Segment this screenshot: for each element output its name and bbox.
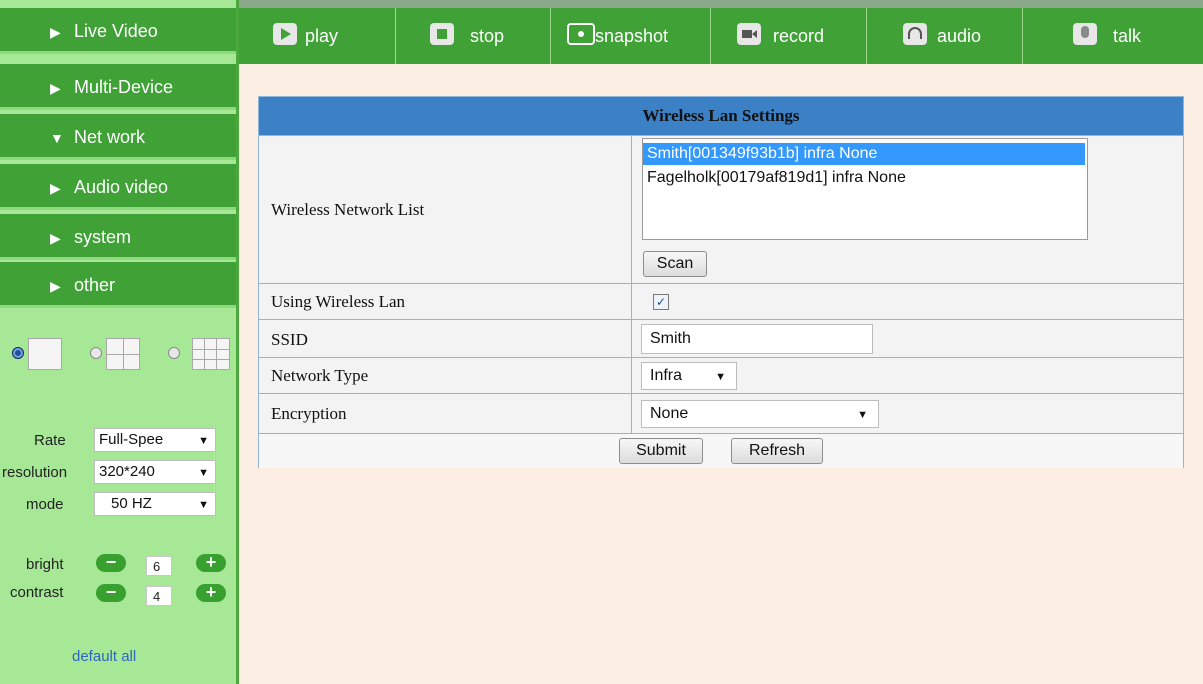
ssid-row: SSID Smith [259,319,1183,358]
sidebar-item-label: other [74,275,116,295]
sidebar-item-network[interactable]: ▼ Net work [0,114,236,160]
chevron-down-icon: ▼ [198,435,209,447]
sidebar: ▶ Live Video ▶ Multi-Device ▼ Net work ▶ Aud… [0,0,239,684]
network-list[interactable]: Smith[001349f93b1b] infra None Fagelholk… [642,138,1088,240]
view-layout-selector [8,338,236,372]
record-button[interactable]: record [711,8,867,64]
layout-1-radio[interactable] [12,347,24,359]
ssid-label: SSID [271,330,308,349]
scan-button[interactable]: Scan [643,251,707,277]
using-wireless-checkbox[interactable]: ✓ [653,294,669,310]
quad-view-icon [106,338,140,370]
chevron-down-icon: ▼ [198,499,209,511]
rate-value: Full-Spee [99,431,164,448]
stop-button[interactable]: stop [396,8,551,64]
contrast-plus-button[interactable]: + [196,583,226,602]
contrast-label: contrast [10,584,64,601]
sidebar-item-label: Multi-Device [74,77,174,97]
arrow-right-icon: ▶ [50,180,61,196]
snapshot-button[interactable]: snapshot [551,8,711,64]
wireless-settings-panel: Wireless Lan Settings Wireless Network L… [258,96,1184,468]
snapshot-label: snapshot [595,26,669,46]
bright-label: bright [26,556,64,573]
bright-minus-button[interactable]: − [96,553,126,572]
resolution-select[interactable]: 320*240 ▼ [94,460,216,484]
chevron-down-icon: ▼ [715,371,726,383]
bright-value[interactable]: 6 [146,556,172,576]
contrast-minus-button[interactable]: − [96,583,126,602]
sidebar-item-label: Live Video [74,21,158,41]
toolbar: play stop snapshot record audio talk [239,8,1203,64]
mode-value: 50 HZ [111,495,152,512]
microphone-icon [1073,23,1097,45]
list-item[interactable]: Smith[001349f93b1b] infra None [643,143,1085,165]
encryption-value: None [650,405,689,422]
network-list-row: Wireless Network List Smith[001349f93b1b… [259,135,1183,284]
arrow-down-icon: ▼ [50,130,64,146]
talk-label: talk [1113,26,1142,46]
sidebar-item-label: Audio video [74,177,169,197]
sidebar-item-audio-video[interactable]: ▶ Audio video [0,164,236,210]
encryption-row: Encryption None ▼ [259,393,1183,434]
using-wireless-row: Using Wireless Lan ✓ [259,283,1183,320]
arrow-right-icon: ▶ [50,80,61,96]
submit-button[interactable]: Submit [619,438,703,464]
record-label: record [773,26,825,46]
network-list-label: Wireless Network List [271,200,425,219]
encryption-label: Encryption [271,404,347,423]
network-type-select[interactable]: Infra ▼ [641,362,737,390]
network-type-label: Network Type [271,366,369,385]
resolution-value: 320*240 [99,463,155,480]
column-divider [631,284,632,320]
default-all-link[interactable]: default all [72,648,136,665]
stop-icon [430,23,454,45]
audio-label: audio [937,26,982,46]
play-label: play [305,26,339,46]
nine-view-icon [192,338,230,370]
chevron-down-icon: ▼ [857,409,868,421]
panel-title: Wireless Lan Settings [259,97,1183,135]
ssid-input[interactable]: Smith [641,324,873,354]
rate-label: Rate [34,432,66,449]
play-button[interactable]: play [239,8,396,64]
layout-4-radio[interactable] [90,347,102,359]
sidebar-item-label: system [74,227,132,247]
column-divider [631,136,632,284]
list-item[interactable]: Fagelholk[00179af819d1] infra None [643,167,1085,189]
column-divider [631,358,632,394]
column-divider [631,320,632,358]
sidebar-item-label: Net work [74,127,146,147]
rate-select[interactable]: Full-Spee ▼ [94,428,216,452]
chevron-down-icon: ▼ [198,467,209,479]
mode-select[interactable]: 50 HZ ▼ [94,492,216,516]
sidebar-item-other[interactable]: ▶ other [0,262,236,308]
mode-label: mode [26,496,64,513]
camera-icon [567,23,595,45]
audio-button[interactable]: audio [867,8,1023,64]
video-camera-icon [737,23,761,45]
refresh-button[interactable]: Refresh [731,438,823,464]
headphones-icon [903,23,927,45]
network-type-value: Infra [650,367,683,384]
stop-label: stop [470,26,505,46]
bright-plus-button[interactable]: + [196,553,226,572]
encryption-select[interactable]: None ▼ [641,400,879,428]
arrow-right-icon: ▶ [50,230,61,246]
action-row: Submit Refresh [259,433,1183,468]
play-icon [273,23,297,45]
column-divider [631,394,632,434]
contrast-value[interactable]: 4 [146,586,172,606]
using-wireless-label: Using Wireless Lan [271,292,406,311]
single-view-icon [28,338,62,370]
talk-button[interactable]: talk [1023,8,1203,64]
network-type-row: Network Type Infra ▼ [259,357,1183,394]
resolution-label: resolution [2,464,68,481]
arrow-right-icon: ▶ [50,24,61,40]
sidebar-item-multi-device[interactable]: ▶ Multi-Device [0,64,236,110]
sidebar-item-system[interactable]: ▶ system [0,214,236,260]
layout-9-radio[interactable] [168,347,180,359]
arrow-right-icon: ▶ [50,278,61,294]
sidebar-item-live-video[interactable]: ▶ Live Video [0,8,236,54]
